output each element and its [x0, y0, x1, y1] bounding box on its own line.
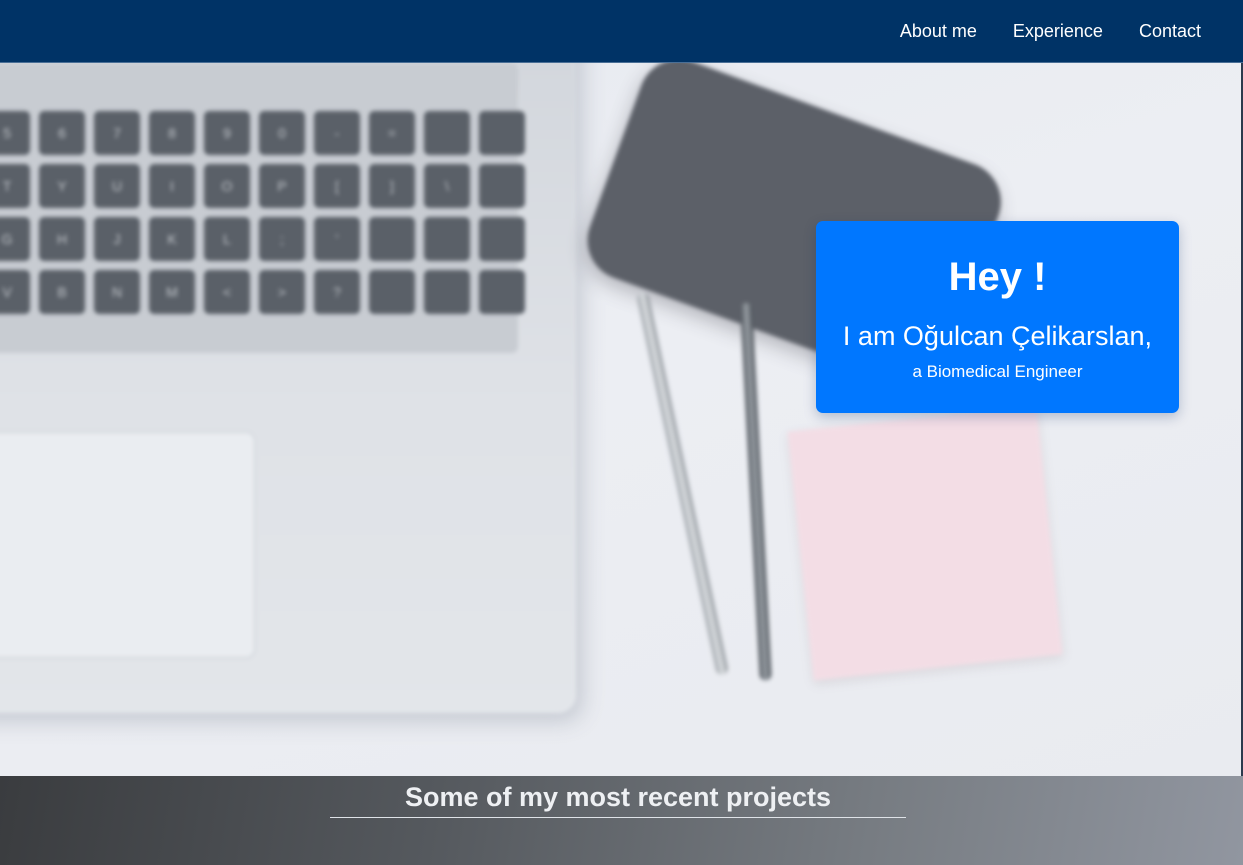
- navbar: About me Experience Contact: [0, 0, 1243, 63]
- nav-link-experience[interactable]: Experience: [1013, 20, 1103, 42]
- sticky-note-illustration: [787, 405, 1063, 681]
- pen-illustration: [740, 302, 772, 681]
- projects-title: Some of my most recent projects: [330, 781, 906, 818]
- intro-role: a Biomedical Engineer: [912, 362, 1083, 381]
- intro-name: I am Oğulcan Çelikarslan,: [842, 321, 1153, 351]
- nav-link-about-me[interactable]: About me: [900, 20, 977, 42]
- intro-card: Hey ! I am Oğulcan Çelikarslan, a Biomed…: [816, 221, 1179, 413]
- page: About me Experience Contact 5 6 7 8 9 0- = TYU…: [0, 0, 1243, 865]
- nav-links: About me Experience Contact: [900, 20, 1201, 42]
- keyboard-illustration: 5 6 7 8 9 0- = T Y U I O P[] \ G H J K L; ' V B N M < >?: [0, 63, 525, 353]
- trackpad-illustration: [0, 431, 256, 659]
- laptop-illustration: 5 6 7 8 9 0- = T Y U I O P[] \ G H J K L; ' V B N M < >?: [0, 63, 576, 713]
- hero-background-image: 5 6 7 8 9 0- = T Y U I O P[] \ G H J K L; ' V B N M < >?: [0, 63, 1241, 776]
- pen-illustration: [636, 291, 729, 676]
- projects-section: Some of my most recent projects: [0, 776, 1243, 865]
- intro-greeting: Hey !: [948, 255, 1047, 299]
- nav-link-contact[interactable]: Contact: [1139, 20, 1201, 42]
- hero-section: 5 6 7 8 9 0- = T Y U I O P[] \ G H J K L; ' V B N M < >? Hey !…: [0, 63, 1243, 776]
